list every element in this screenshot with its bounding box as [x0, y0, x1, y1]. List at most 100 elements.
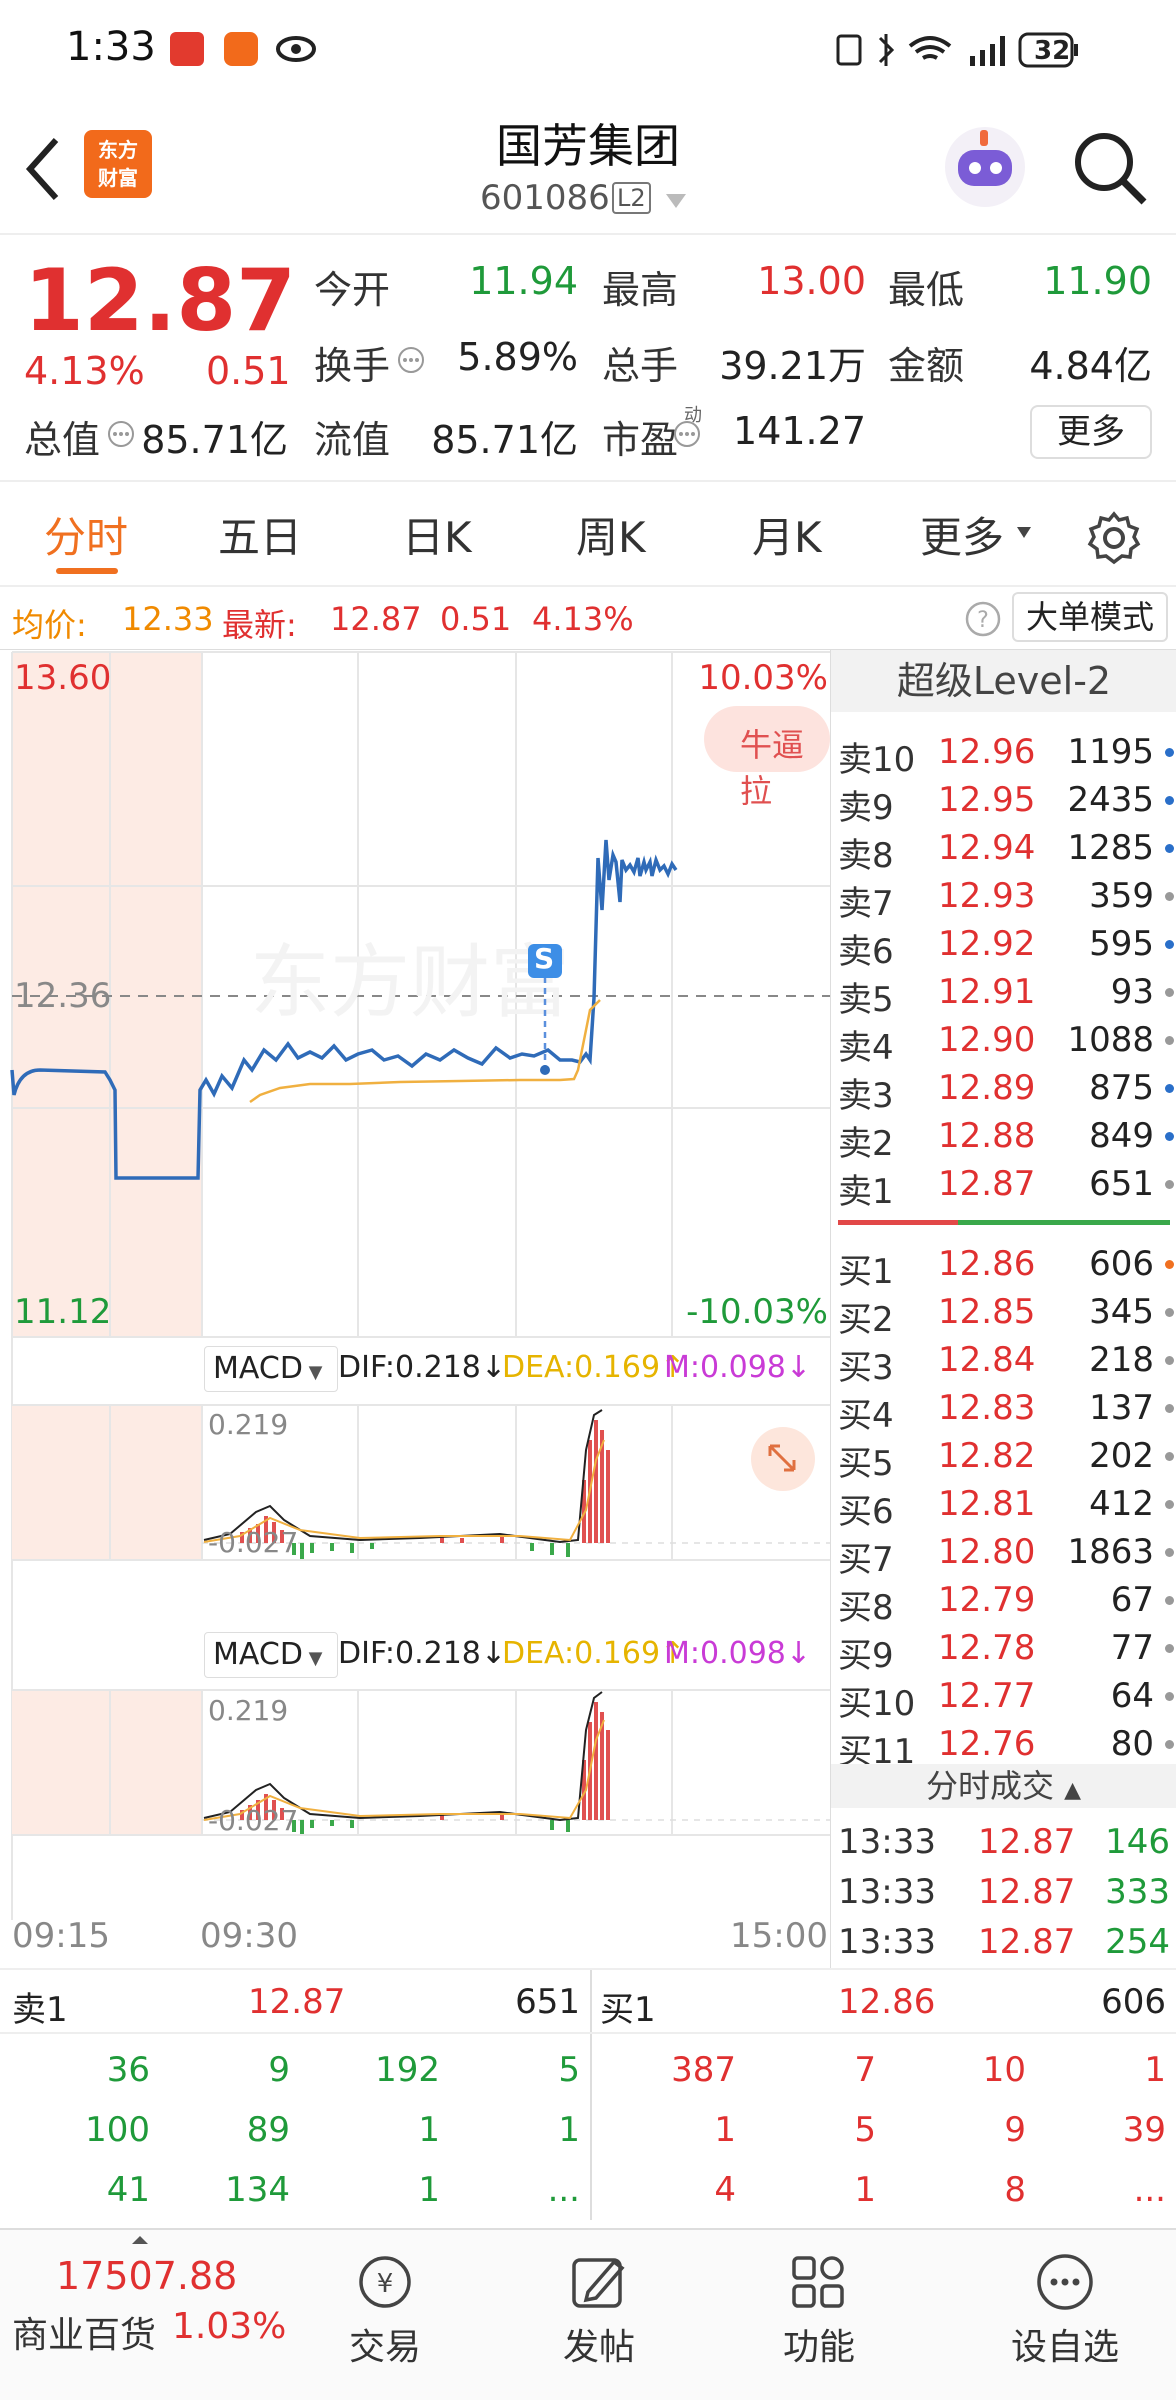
- ask-price: 12.96: [938, 732, 1036, 772]
- level2-title[interactable]: 超级Level-2: [831, 650, 1176, 712]
- ask-row[interactable]: 卖1 12.87 651: [838, 1160, 1176, 1212]
- bid-row[interactable]: 买1 12.86 606: [838, 1240, 1176, 1292]
- ask-dot-icon: [1165, 1036, 1174, 1045]
- bid-row[interactable]: 买3 12.84 218: [838, 1336, 1176, 1388]
- bid-row[interactable]: 买10 12.77 64: [838, 1672, 1176, 1724]
- bid-price: 12.86: [938, 1244, 1036, 1284]
- signal-marker[interactable]: S: [534, 942, 554, 975]
- tab-more[interactable]: 更多: [920, 504, 1004, 565]
- info-icon[interactable]: [106, 419, 136, 449]
- nav-functions[interactable]: 功能: [744, 2252, 894, 2370]
- battery-level: 32: [1034, 36, 1071, 66]
- bid-row[interactable]: 买8 12.79 67: [838, 1576, 1176, 1628]
- period-tabs: 分时 五日 日K 周K 月K 更多: [0, 482, 1176, 587]
- bid-row[interactable]: 买11 12.76 80: [838, 1720, 1176, 1772]
- edit-icon: [572, 2258, 625, 2308]
- index-value[interactable]: 17507.88: [56, 2254, 237, 2298]
- macd2-top-value: 0.219: [208, 1694, 289, 1727]
- bid-price: 12.78: [938, 1628, 1036, 1668]
- tab-daily-k[interactable]: 日K: [402, 504, 472, 565]
- bid-row[interactable]: 买7 12.80 1863: [838, 1528, 1176, 1580]
- search-icon[interactable]: [1070, 128, 1150, 208]
- ask-row[interactable]: 卖9 12.95 2435: [838, 776, 1176, 828]
- bid-dot-icon: [1165, 1356, 1174, 1365]
- macd2-selector[interactable]: MACD ▼: [204, 1632, 338, 1678]
- ask-volume: 651: [1089, 1164, 1154, 1204]
- x-axis-open: 09:30: [200, 1916, 298, 1956]
- bid-dot-icon: [1165, 1740, 1174, 1749]
- change-percent: 4.13%: [24, 349, 145, 393]
- robot-assistant-icon[interactable]: [940, 122, 1030, 212]
- queue-buy-vol: 606: [1101, 1982, 1166, 2022]
- index-change[interactable]: 1.03%: [172, 2306, 286, 2347]
- nav-trade[interactable]: ¥ 交易: [310, 2252, 460, 2370]
- ask-row[interactable]: 卖5 12.91 93: [838, 968, 1176, 1020]
- bid-row[interactable]: 买2 12.85 345: [838, 1288, 1176, 1340]
- ask-price: 12.95: [938, 780, 1036, 820]
- macd1-selector[interactable]: MACD ▼: [204, 1346, 338, 1392]
- ask-ratio-bar: [838, 1220, 958, 1225]
- index-name[interactable]: 商业百货: [12, 2306, 156, 2358]
- ask-row[interactable]: 卖2 12.88 849: [838, 1112, 1176, 1164]
- buy-queue-cell: 7: [854, 2050, 876, 2090]
- help-icon[interactable]: ?: [964, 600, 1002, 638]
- bid-price: 12.79: [938, 1580, 1036, 1620]
- ask-row[interactable]: 卖8 12.94 1285: [838, 824, 1176, 876]
- bid-price: 12.83: [938, 1388, 1036, 1428]
- bid-dot-icon: [1165, 1644, 1174, 1653]
- ask-price: 12.94: [938, 828, 1036, 868]
- bid-price: 12.80: [938, 1532, 1036, 1572]
- bid-price: 12.76: [938, 1724, 1036, 1764]
- tab-weekly-k[interactable]: 周K: [576, 504, 646, 565]
- latest-change-pct: 4.13%: [532, 600, 634, 638]
- ask-volume: 595: [1089, 924, 1154, 964]
- bid-label: 买6: [838, 1492, 894, 1532]
- ask-volume: 359: [1089, 876, 1154, 916]
- bottom-nav: 17507.88 商业百货 1.03% ¥ 交易 发帖 功能 设自选: [0, 2228, 1176, 2400]
- trade-icon: ¥: [359, 2256, 411, 2308]
- caret-down-icon[interactable]: [664, 192, 688, 210]
- expand-icon[interactable]: [750, 1426, 816, 1492]
- bid-row[interactable]: 买9 12.78 77: [838, 1624, 1176, 1676]
- bid-dot-icon: [1165, 1548, 1174, 1557]
- tick-volume: 254: [1105, 1922, 1170, 1962]
- big-order-mode-button[interactable]: 大单模式: [1012, 592, 1168, 642]
- bid-label: 买10: [838, 1684, 916, 1724]
- nav-add-watchlist[interactable]: 设自选: [990, 2252, 1140, 2370]
- ask-row[interactable]: 卖4 12.90 1088: [838, 1016, 1176, 1068]
- bid-volume: 67: [1110, 1580, 1154, 1620]
- latest-change: 0.51: [440, 600, 512, 638]
- macd2-bottom-value: -0.027: [208, 1804, 299, 1837]
- macd2-dea: DEA:0.169↑: [502, 1636, 686, 1671]
- chevron-left-icon[interactable]: [22, 136, 62, 202]
- gear-icon[interactable]: [1086, 510, 1142, 566]
- ask-price: 12.89: [938, 1068, 1036, 1108]
- bid-row[interactable]: 买6 12.81 412: [838, 1480, 1176, 1532]
- info-icon[interactable]: [396, 345, 426, 375]
- info-icon[interactable]: [672, 419, 702, 449]
- bid-dot-icon: [1165, 1260, 1174, 1269]
- tick-price: 12.87: [978, 1822, 1076, 1862]
- svg-text:¥: ¥: [377, 2269, 394, 2299]
- ask-dot-icon: [1165, 988, 1174, 997]
- nav-post[interactable]: 发帖: [524, 2252, 674, 2370]
- bid-row[interactable]: 买5 12.82 202: [838, 1432, 1176, 1484]
- y-axis-bottom: 11.12: [14, 1292, 112, 1332]
- buy-queue-cell: 5: [854, 2110, 876, 2150]
- tab-intraday[interactable]: 分时: [44, 504, 128, 565]
- bid-row[interactable]: 买4 12.83 137: [838, 1384, 1176, 1436]
- sell-queue-cell: 89: [246, 2110, 290, 2150]
- promo-badge[interactable]: 牛逼拉: [740, 720, 830, 812]
- ask-row[interactable]: 卖6 12.92 595: [838, 920, 1176, 972]
- more-button[interactable]: 更多: [1030, 405, 1152, 459]
- ask-row[interactable]: 卖3 12.89 875: [838, 1064, 1176, 1116]
- bid-volume: 77: [1110, 1628, 1154, 1668]
- caret-up-icon[interactable]: [130, 2234, 150, 2246]
- tick-list-header[interactable]: 分时成交 ▲: [831, 1764, 1176, 1808]
- app-logo[interactable]: 东方 财富: [84, 130, 152, 198]
- ask-row[interactable]: 卖7 12.93 359: [838, 872, 1176, 924]
- tab-monthly-k[interactable]: 月K: [752, 504, 822, 565]
- ask-row[interactable]: 卖10 12.96 1195: [838, 728, 1176, 780]
- tab-five-day[interactable]: 五日: [218, 504, 302, 565]
- float-cap-value: 85.71亿: [431, 418, 578, 462]
